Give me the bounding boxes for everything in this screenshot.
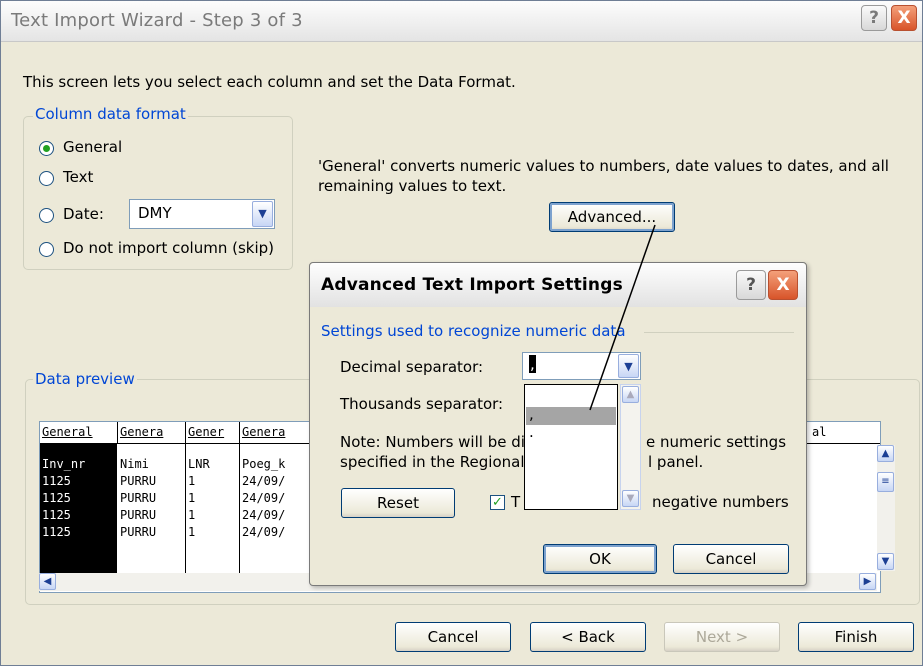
annotation-line: [589, 224, 656, 411]
annotation-arrow: [589, 224, 656, 411]
